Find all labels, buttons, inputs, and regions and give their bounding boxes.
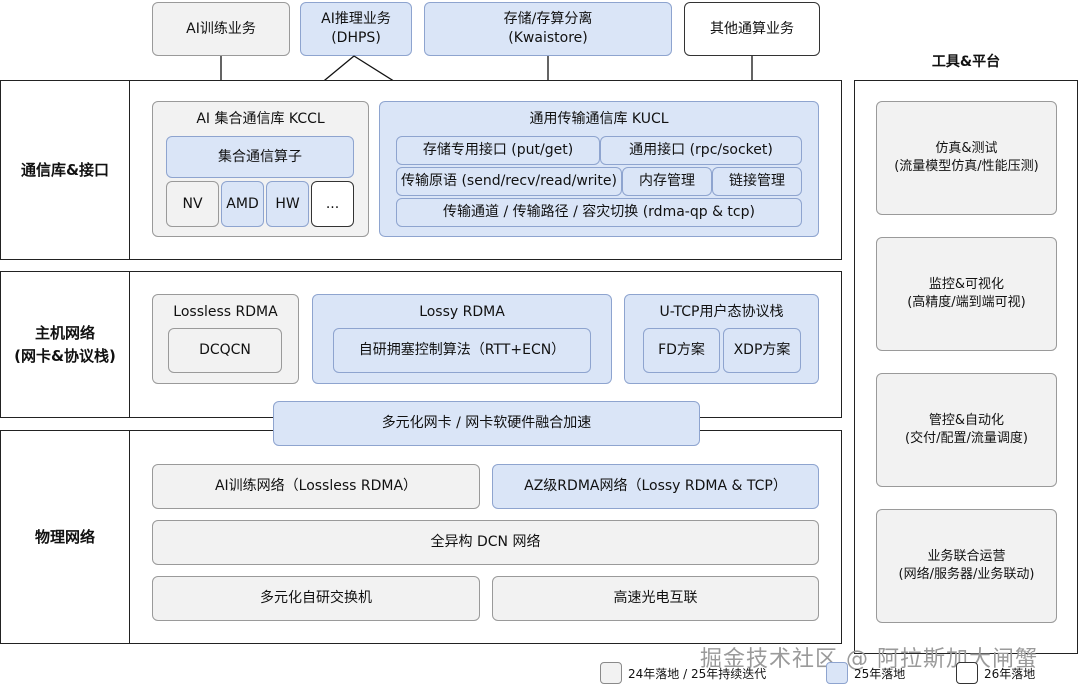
nic-fusion: 多元化网卡 / 网卡软硬件融合加速 (273, 401, 700, 446)
kucl-channel-label: 传输通道 / 传输路径 / 容灾切换 (rdma-qp & tcp) (443, 204, 755, 221)
kccl-operator: 集合通信算子 (166, 136, 354, 178)
tool-control: 管控&自动化 (交付/配置/流量调度) (876, 373, 1057, 487)
kucl-link: 链接管理 (712, 167, 802, 196)
vendor-more: ... (311, 181, 354, 227)
kucl-primitives: 传输原语 (send/recv/read/write) (396, 167, 622, 196)
utcp-xdp: XDP方案 (723, 328, 801, 373)
lossy-cc-algorithm-label: 自研拥塞控制算法（RTT+ECN） (358, 342, 566, 359)
comm-layer-label: 通信库&接口 (0, 80, 130, 260)
kccl-operator-label: 集合通信算子 (218, 148, 302, 165)
ai-training-network: AI训练网络（Lossless RDMA） (152, 464, 480, 509)
lossless-rdma-title: Lossless RDMA (173, 304, 278, 320)
kucl-storage-api: 存储专用接口 (put/get) (396, 136, 600, 165)
lossless-dcqcn-label: DCQCN (199, 342, 251, 359)
legend-label-gray: 24年落地 / 25年持续迭代 (628, 667, 767, 681)
kucl-storage-api-label: 存储专用接口 (put/get) (422, 142, 574, 159)
tools-title-label: 工具&平台 (931, 53, 1001, 70)
host-layer-label: 主机网络 (网卡&协议栈) (0, 271, 130, 418)
switch-box: 多元化自研交换机 (152, 576, 480, 621)
nic-fusion-label: 多元化网卡 / 网卡软硬件融合加速 (381, 415, 592, 432)
tool-simulation: 仿真&测试 (流量模型仿真/性能压测) (876, 101, 1057, 215)
legend-label-white: 26年落地 (984, 667, 1036, 681)
vendor-amd-label: AMD (226, 195, 259, 212)
legend-swatch-white (956, 662, 978, 684)
tools-title: 工具&平台 (854, 50, 1078, 74)
az-rdma-network: AZ级RDMA网络（Lossy RDMA & TCP） (492, 464, 819, 509)
vendor-hw: HW (266, 181, 309, 227)
vendor-more-label: ... (325, 195, 340, 212)
switch-box-label: 多元化自研交换机 (260, 590, 372, 607)
ai-training-network-label: AI训练网络（Lossless RDMA） (214, 478, 418, 495)
legend-swatch-blue (826, 662, 848, 684)
kucl-primitives-label: 传输原语 (send/recv/read/write) (401, 173, 617, 190)
vendor-nv: NV (166, 181, 219, 227)
kucl-title: 通用传输通信库 KUCL (529, 111, 669, 127)
lossless-dcqcn: DCQCN (168, 328, 282, 373)
physical-layer-label: 物理网络 (0, 430, 130, 644)
tool-operation-label: 业务联合运营 (网络/服务器/业务联动) (898, 549, 1035, 582)
tool-simulation-label: 仿真&测试 (流量模型仿真/性能压测) (894, 141, 1039, 174)
az-rdma-network-label: AZ级RDMA网络（Lossy RDMA & TCP） (524, 478, 787, 495)
tool-monitoring-label: 监控&可视化 (高精度/端到端可视) (907, 277, 1026, 310)
kucl-memory: 内存管理 (622, 167, 712, 196)
vendor-nv-label: NV (182, 195, 203, 212)
kccl-title: AI 集合通信库 KCCL (196, 111, 325, 127)
vendor-hw-label: HW (275, 195, 300, 212)
utcp-fd: FD方案 (643, 328, 720, 373)
physical-layer-label-text: 物理网络 (34, 527, 95, 546)
utcp-fd-label: FD方案 (658, 342, 705, 359)
legend-swatch-gray (600, 662, 622, 684)
kucl-link-label: 链接管理 (729, 173, 785, 190)
lossy-cc-algorithm: 自研拥塞控制算法（RTT+ECN） (333, 328, 591, 373)
dcn-network: 全异构 DCN 网络 (152, 520, 819, 565)
optical-box: 高速光电互联 (492, 576, 819, 621)
tool-control-label: 管控&自动化 (交付/配置/流量调度) (905, 413, 1028, 446)
lossy-rdma-title: Lossy RDMA (419, 304, 505, 320)
tool-monitoring: 监控&可视化 (高精度/端到端可视) (876, 237, 1057, 351)
kucl-general-api-label: 通用接口 (rpc/socket) (629, 142, 773, 159)
kucl-general-api: 通用接口 (rpc/socket) (600, 136, 802, 165)
vendor-amd: AMD (221, 181, 264, 227)
kucl-channel: 传输通道 / 传输路径 / 容灾切换 (rdma-qp & tcp) (396, 198, 802, 227)
comm-layer-label-text: 通信库&接口 (20, 160, 110, 179)
kucl-memory-label: 内存管理 (639, 173, 695, 190)
optical-box-label: 高速光电互联 (613, 590, 698, 607)
utcp-title: U-TCP用户态协议栈 (659, 304, 784, 320)
tool-operation: 业务联合运营 (网络/服务器/业务联动) (876, 509, 1057, 623)
utcp-xdp-label: XDP方案 (733, 342, 791, 359)
dcn-network-label: 全异构 DCN 网络 (430, 534, 541, 551)
legend-label-blue: 25年落地 (854, 667, 906, 681)
host-layer-label-text: 主机网络 (网卡&协议栈) (14, 324, 116, 365)
